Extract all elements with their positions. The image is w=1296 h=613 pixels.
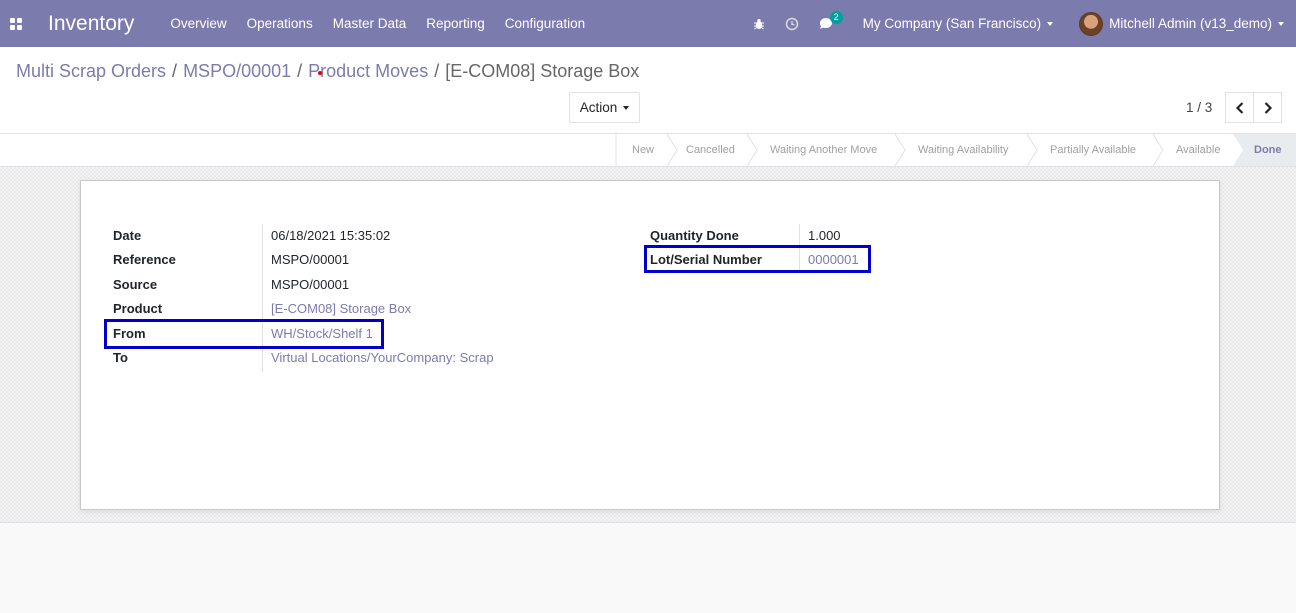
breadcrumb-item-mspo[interactable]: MSPO/00001	[183, 61, 291, 82]
breadcrumb: Multi Scrap Orders / MSPO/00001 / Produc…	[16, 61, 639, 82]
user-menu[interactable]: Mitchell Admin (v13_demo)	[1079, 11, 1284, 36]
value-source: MSPO/00001	[271, 277, 350, 292]
top-navbar: Inventory Overview Operations Master Dat…	[0, 0, 1296, 47]
menu-master-data[interactable]: Master Data	[333, 16, 407, 31]
breadcrumb-separator: /	[434, 61, 440, 81]
status-available[interactable]: Available	[1176, 134, 1220, 166]
status-bar: New Cancelled Waiting Another Move Waiti…	[0, 133, 1296, 167]
clock-icon[interactable]	[785, 17, 799, 31]
breadcrumb-item-multi-scrap-orders[interactable]: Multi Scrap Orders	[16, 61, 166, 82]
status-waiting-availability[interactable]: Waiting Availability	[918, 134, 1009, 166]
breadcrumb-current: [E-COM08] Storage Box	[445, 61, 640, 81]
company-name: My Company (San Francisco)	[862, 16, 1042, 31]
bug-icon[interactable]	[753, 18, 765, 30]
label-source: Source	[113, 277, 158, 292]
breadcrumb-separator: /	[297, 61, 303, 81]
menu-reporting[interactable]: Reporting	[426, 16, 485, 31]
value-date: 06/18/2021 15:35:02	[271, 228, 391, 243]
status-done-arrow	[1233, 134, 1243, 166]
user-name: Mitchell Admin (v13_demo)	[1109, 16, 1272, 31]
left-group-divider	[262, 224, 263, 372]
chevron-down-icon	[1047, 21, 1054, 26]
status-waiting-another-move[interactable]: Waiting Another Move	[770, 134, 877, 166]
label-date: Date	[113, 228, 142, 243]
action-button[interactable]: Action	[569, 92, 640, 123]
status-partially-available[interactable]: Partially Available	[1050, 134, 1136, 166]
chevron-down-icon	[623, 105, 630, 110]
highlight-box-from	[104, 319, 384, 349]
value-quantity-done: 1.000	[808, 228, 841, 243]
menu-operations[interactable]: Operations	[247, 16, 313, 31]
chevron-left-icon	[1235, 101, 1243, 114]
company-switcher[interactable]: My Company (San Francisco)	[863, 16, 1054, 31]
label-product: Product	[113, 301, 163, 316]
messages-badge: 2	[829, 10, 843, 24]
pager-value[interactable]: 1 / 3	[1186, 100, 1212, 115]
avatar	[1079, 11, 1104, 36]
apps-menu-icon[interactable]	[0, 0, 32, 47]
status-cancelled[interactable]: Cancelled	[686, 134, 735, 166]
label-to: To	[113, 350, 128, 365]
bottom-area	[0, 523, 1296, 613]
menu-configuration[interactable]: Configuration	[505, 16, 585, 31]
pager-previous-button[interactable]	[1225, 92, 1254, 123]
menu-overview[interactable]: Overview	[170, 16, 226, 31]
breadcrumb-item-product-moves[interactable]: Product Moves	[308, 61, 428, 82]
highlight-box-lot-serial	[644, 245, 871, 273]
chevron-right-icon	[1264, 101, 1272, 114]
label-reference: Reference	[113, 252, 176, 267]
action-label: Action	[579, 100, 618, 115]
pager-next-button[interactable]	[1253, 92, 1282, 123]
breadcrumb-separator: /	[172, 61, 178, 81]
label-quantity-done: Quantity Done	[650, 228, 739, 243]
value-product-link[interactable]: [E-COM08] Storage Box	[271, 301, 411, 316]
value-to-location-link[interactable]: Virtual Locations/YourCompany: Scrap	[271, 350, 494, 365]
value-reference: MSPO/00001	[271, 252, 350, 267]
status-new[interactable]: New	[632, 134, 654, 166]
chat-icon[interactable]: 2	[819, 10, 843, 31]
control-panel: Multi Scrap Orders / MSPO/00001 / Produc…	[0, 47, 1296, 133]
app-title[interactable]: Inventory	[48, 12, 134, 36]
cursor-marker	[318, 71, 322, 75]
chevron-down-icon	[1278, 21, 1284, 26]
